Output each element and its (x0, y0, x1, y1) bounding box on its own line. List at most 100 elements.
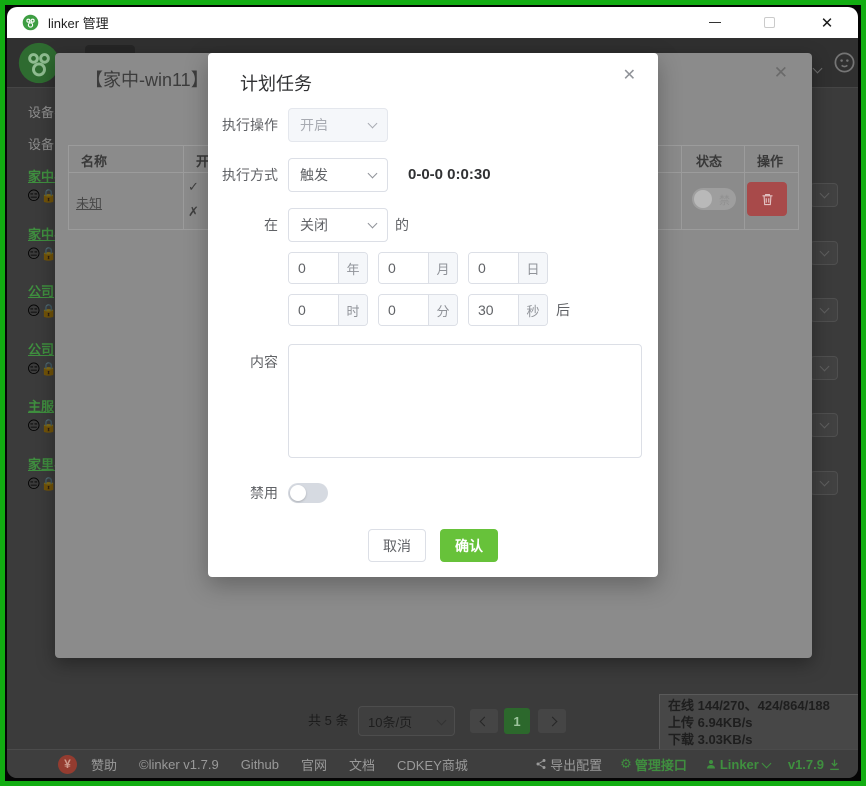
version-label: v1.7.9 (788, 757, 824, 772)
schedule-task-modal: 计划任务 ✕ 执行操作 开启 执行方式 触发 0-0-0 0:0:30 在 关闭… (208, 53, 658, 577)
day-unit: 日 (518, 253, 547, 283)
device-status-emoji: 😑🔒 (27, 188, 57, 204)
cdkey-link[interactable]: CDKEY商城 (397, 755, 468, 774)
cancel-button[interactable]: 取消 (368, 529, 426, 562)
second-unit: 秒 (518, 295, 547, 325)
linker-logo-icon (22, 14, 39, 31)
docs-link[interactable]: 文档 (349, 755, 375, 774)
app-viewport: 设备名 设备 家中- 😑🔒 家中- 😑🔒 公司 😑🔒 公司 😑🔒 主服 😑🔒 家… (7, 38, 858, 778)
device-status-emoji: 😑🔒 (27, 303, 57, 319)
device-tasks-dialog-close-icon[interactable]: ✕ (774, 63, 788, 83)
chevron-down-icon (819, 362, 829, 372)
pagination-next-button[interactable] (538, 709, 566, 733)
user-name: Linker (720, 757, 759, 772)
version-download[interactable]: v1.7.9 (788, 757, 844, 772)
device-name-link[interactable]: 公司 (28, 281, 54, 300)
disable-toggle[interactable] (288, 483, 328, 503)
toggle-knob (290, 485, 306, 501)
theme-face-icon[interactable] (833, 51, 856, 74)
device-status-emoji: 😑🔒 (27, 246, 57, 262)
year-input-group: 年 (288, 252, 368, 284)
row-expand-button[interactable] (810, 356, 838, 380)
chevron-down-icon (368, 119, 378, 129)
disable-label: 禁用 (208, 483, 278, 503)
device-name-link[interactable]: 家中- (28, 166, 58, 185)
chevron-down-icon (819, 189, 829, 199)
website-link[interactable]: 官网 (301, 755, 327, 774)
online-count: 在线 144/270、424/864/188 (668, 697, 850, 714)
export-config-label: 导出配置 (550, 755, 602, 774)
close-window-button[interactable]: ✕ (812, 7, 842, 38)
gear-icon: ⚙ (620, 756, 632, 772)
donate-icon[interactable]: ¥ (58, 755, 77, 774)
second-input[interactable] (469, 295, 518, 325)
minute-input[interactable] (379, 295, 428, 325)
pagination-total: 共 5 条 (308, 706, 348, 736)
at-label: 在 (208, 208, 278, 242)
chevron-down-icon (819, 304, 829, 314)
header-chevron-down-icon[interactable] (814, 59, 821, 77)
year-input[interactable] (289, 253, 338, 283)
pagination-page-1[interactable]: 1 (504, 708, 530, 734)
minimize-icon (709, 22, 721, 24)
column-header-action: 操作 (757, 151, 783, 170)
minute-unit: 分 (428, 295, 457, 325)
page-footer: ¥ 赞助 ©linker v1.7.9 Github 官网 文档 CDKEY商城… (7, 749, 858, 778)
window-titlebar: linker 管理 ✕ (7, 7, 858, 38)
content-label: 内容 (208, 352, 278, 372)
device-name-link[interactable]: 公司 (28, 339, 54, 358)
task-status-toggle[interactable]: 禁 (692, 188, 736, 210)
trash-icon (760, 192, 775, 207)
after-suffix: 后 (556, 294, 570, 326)
table-column-divider (183, 145, 184, 230)
method-label: 执行方式 (208, 158, 278, 192)
row-expand-button[interactable] (810, 183, 838, 207)
minimize-button[interactable] (700, 7, 730, 38)
at-select[interactable]: 关闭 (288, 208, 388, 242)
day-input[interactable] (469, 253, 518, 283)
hour-input[interactable] (289, 295, 338, 325)
chevron-down-icon (368, 219, 378, 229)
task-check-icon: ✓ (188, 179, 199, 195)
month-unit: 月 (428, 253, 457, 283)
content-textarea[interactable] (288, 344, 642, 458)
day-input-group: 日 (468, 252, 548, 284)
row-expand-button[interactable] (810, 241, 838, 265)
github-link[interactable]: Github (241, 757, 279, 772)
delete-task-button[interactable] (747, 182, 787, 216)
action-label: 执行操作 (208, 108, 278, 142)
second-input-group: 秒 (468, 294, 548, 326)
table-column-divider (744, 145, 745, 230)
task-name-link[interactable]: 未知 (76, 193, 102, 212)
row-expand-button[interactable] (810, 298, 838, 322)
device-name-link[interactable]: 家里- (28, 454, 58, 473)
row-expand-button[interactable] (810, 471, 838, 495)
sponsor-link[interactable]: 赞助 (91, 755, 117, 774)
maximize-button[interactable] (754, 7, 784, 38)
at-suffix: 的 (395, 208, 409, 242)
device-name-link[interactable]: 主服 (28, 396, 54, 415)
pagination-prev-button[interactable] (470, 709, 498, 733)
method-select[interactable]: 触发 (288, 158, 388, 192)
chevron-down-icon (761, 758, 771, 768)
month-input[interactable] (379, 253, 428, 283)
chevron-down-icon (819, 247, 829, 257)
action-select: 开启 (288, 108, 388, 142)
page-size-select[interactable]: 10条/页 (358, 706, 455, 736)
trigger-time-preview: 0-0-0 0:0:30 (408, 158, 491, 192)
user-menu[interactable]: Linker (705, 757, 770, 772)
modal-close-icon[interactable]: ✕ (623, 65, 636, 85)
export-config-button[interactable]: 导出配置 (535, 755, 602, 774)
copyright-text: ©linker v1.7.9 (139, 757, 219, 772)
chevron-down-icon (819, 419, 829, 429)
admin-api-label: 管理接口 (635, 755, 687, 774)
user-icon (705, 758, 717, 770)
admin-api-button[interactable]: ⚙ 管理接口 (620, 755, 687, 774)
confirm-button[interactable]: 确认 (440, 529, 498, 562)
minute-input-group: 分 (378, 294, 458, 326)
hour-input-group: 时 (288, 294, 368, 326)
device-name-link[interactable]: 家中- (28, 224, 58, 243)
device-tasks-dialog-title: 【家中-win11】的 (85, 66, 227, 92)
traffic-status-panel: 在线 144/270、424/864/188 上传 6.94KB/s 下载 3.… (659, 694, 858, 750)
row-expand-button[interactable] (810, 413, 838, 437)
